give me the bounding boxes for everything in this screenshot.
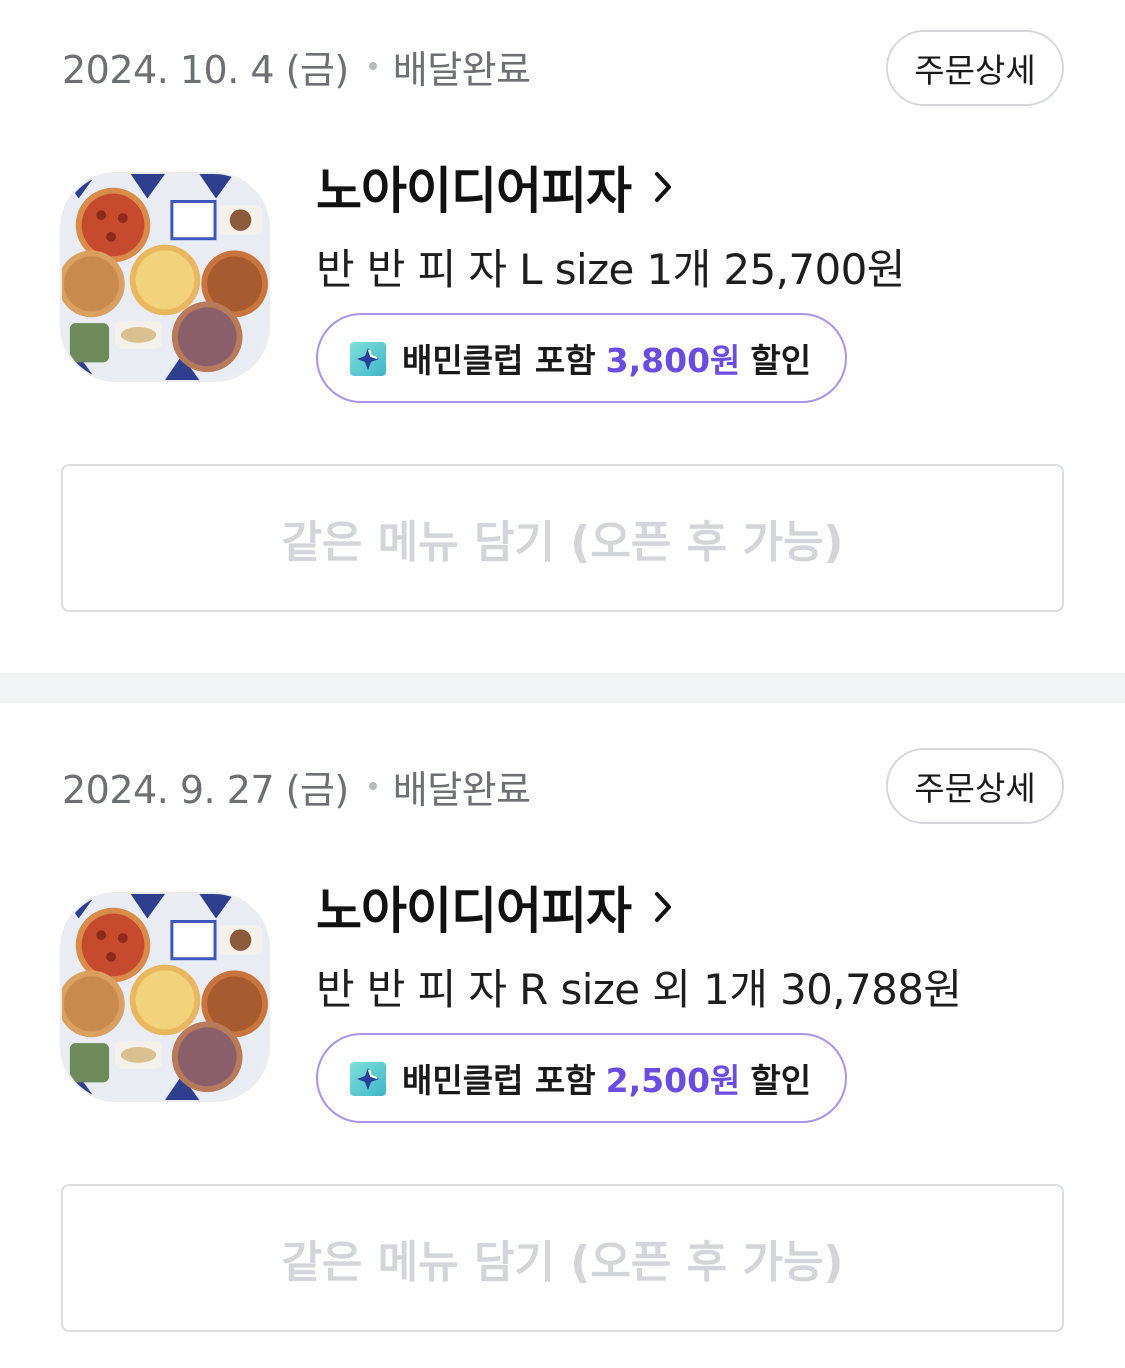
store-name-link[interactable]: 노아이디어피자 <box>316 875 673 940</box>
order-meta: 2024. 10. 4 (금) 배달완료 <box>62 40 531 92</box>
order-card: 2024. 10. 4 (금) 배달완료 주문상세 노아이디어피자 반 반 피 … <box>0 0 1125 673</box>
reorder-same-menu-button[interactable]: 같은 메뉴 담기 (오픈 후 가능) <box>61 1184 1064 1332</box>
sparkle-badge-icon <box>348 338 388 378</box>
pizza-spread-image <box>62 174 268 380</box>
club-suffix: 할인 <box>750 341 812 380</box>
club-prefix: 배민클럽 포함 <box>402 341 596 380</box>
club-discount-badge: 배민클럽 포함 2,500원 할인 <box>316 1033 848 1123</box>
order-meta: 2024. 9. 27 (금) 배달완료 <box>62 760 531 812</box>
chevron-right-icon <box>653 890 673 924</box>
order-status: 배달완료 <box>392 767 531 812</box>
reorder-same-menu-button[interactable]: 같은 메뉴 담기 (오픈 후 가능) <box>61 464 1064 612</box>
club-prefix: 배민클럽 포함 <box>402 1061 596 1100</box>
order-card: 2024. 9. 27 (금) 배달완료 주문상세 노아이디어피자 반 반 피 … <box>0 703 1125 1368</box>
order-detail-button[interactable]: 주문상세 <box>886 748 1064 824</box>
order-date: 2024. 9. 27 (금) <box>62 767 349 812</box>
separator-dot <box>368 782 377 790</box>
menu-summary: 반 반 피 자 R size 외 1개 30,788원 <box>316 964 962 1014</box>
separator-dot <box>368 62 377 70</box>
store-thumbnail[interactable] <box>60 172 270 382</box>
store-name: 노아이디어피자 <box>316 882 632 940</box>
order-date: 2024. 10. 4 (금) <box>62 47 349 92</box>
order-detail-button[interactable]: 주문상세 <box>886 30 1064 106</box>
store-name: 노아이디어피자 <box>316 162 632 220</box>
sparkle-badge-icon <box>348 1058 388 1098</box>
club-suffix: 할인 <box>750 1061 812 1100</box>
order-status: 배달완료 <box>392 47 531 92</box>
club-discount-amount: 3,800원 <box>605 341 741 380</box>
menu-summary: 반 반 피 자 L size 1개 25,700원 <box>316 244 905 294</box>
pizza-spread-image <box>62 894 268 1100</box>
store-name-link[interactable]: 노아이디어피자 <box>316 155 673 220</box>
store-thumbnail[interactable] <box>60 892 270 1102</box>
section-divider <box>0 673 1125 703</box>
club-discount-badge: 배민클럽 포함 3,800원 할인 <box>316 313 848 403</box>
chevron-right-icon <box>653 170 673 204</box>
club-discount-amount: 2,500원 <box>605 1061 741 1100</box>
